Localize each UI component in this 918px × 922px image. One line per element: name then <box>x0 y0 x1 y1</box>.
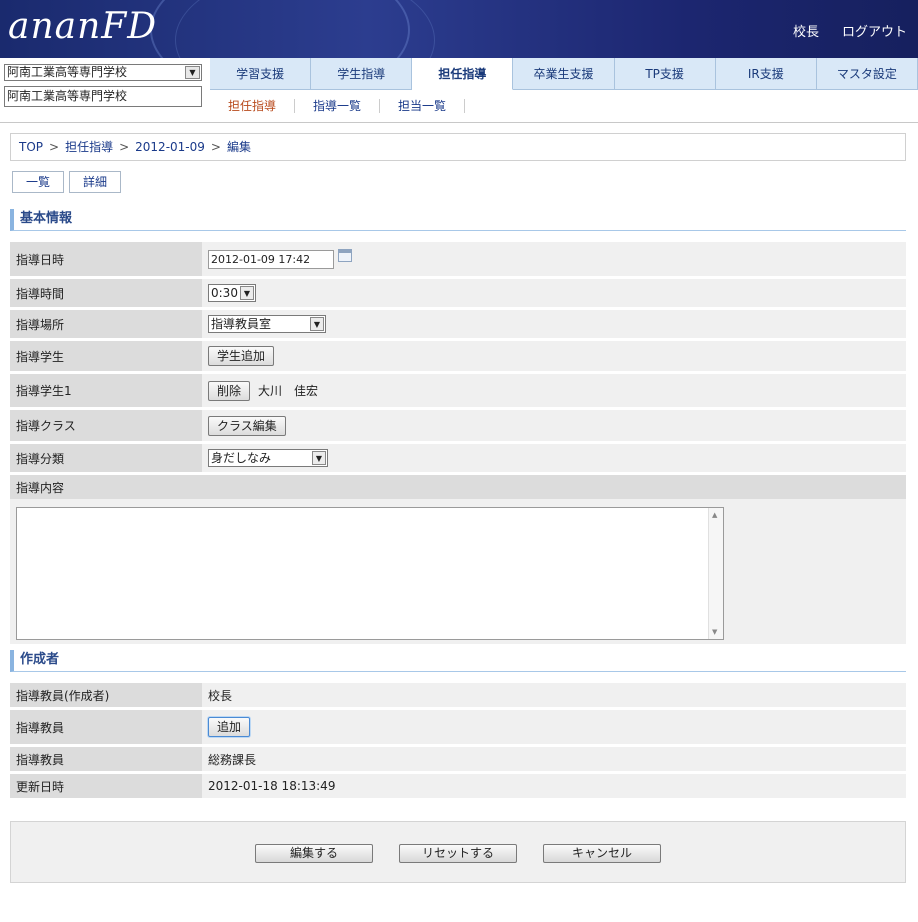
app-header: ananFD 校長 ログアウト <box>0 0 918 58</box>
student-label: 指導学生 <box>10 341 202 371</box>
author-value: 校長 <box>208 688 233 703</box>
current-user: 校長 <box>793 25 820 40</box>
header-decoration <box>175 0 435 58</box>
duration-select-value: 0:30 <box>211 286 238 300</box>
chevron-down-icon: ▼ <box>310 317 324 331</box>
chevron-down-icon: ▼ <box>185 66 200 79</box>
row-content-header: 指導内容 <box>10 475 906 499</box>
school-name-box: 阿南工業高等専門学校 <box>4 86 202 107</box>
form-actions: 編集する リセットする キャンセル <box>10 821 906 883</box>
subnav-guidance-list[interactable]: 指導一覧 <box>295 99 381 113</box>
logout-link[interactable]: ログアウト <box>842 21 907 40</box>
tab-learning-support[interactable]: 学習支援 <box>210 58 312 90</box>
category-label: 指導分類 <box>10 444 202 472</box>
scroll-down-icon[interactable]: ▼ <box>712 628 717 636</box>
section-creator: 作成者 <box>10 650 906 672</box>
subnav-assignment-list[interactable]: 担当一覧 <box>380 99 466 113</box>
main-tabs: 学習支援 学生指導 担任指導 卒業生支援 TP支援 IR支援 マスタ設定 <box>210 58 918 90</box>
content-label: 指導内容 <box>10 475 310 499</box>
duration-label: 指導時間 <box>10 279 202 307</box>
row-datetime: 指導日時 2012-01-09 17:42 <box>10 242 906 276</box>
datetime-input[interactable]: 2012-01-09 17:42 <box>208 249 334 269</box>
section-basic-info: 基本情報 <box>10 209 906 231</box>
datetime-label: 指導日時 <box>10 242 202 276</box>
row-teacher: 指導教員 追加 <box>10 710 906 744</box>
place-select[interactable]: 指導教員室 ▼ <box>208 315 326 333</box>
category-select[interactable]: 身だしなみ ▼ <box>208 449 328 467</box>
tab-master-settings[interactable]: マスタ設定 <box>816 58 918 90</box>
row-class: 指導クラス クラス編集 <box>10 410 906 441</box>
row-author: 指導教員(作成者) 校長 <box>10 683 906 707</box>
cancel-button[interactable]: キャンセル <box>543 844 661 863</box>
school-select-value: 阿南工業高等専門学校 <box>7 65 128 79</box>
row-student: 指導学生 学生追加 <box>10 341 906 371</box>
breadcrumb-separator: > <box>210 140 221 154</box>
list-button[interactable]: 一覧 <box>12 171 64 193</box>
breadcrumb-current: 編集 <box>226 140 251 154</box>
row-content: ▲ ▼ <box>10 499 906 644</box>
tab-tp-support[interactable]: TP支援 <box>614 58 716 90</box>
place-select-value: 指導教員室 <box>211 317 272 331</box>
content-scrollbar[interactable]: ▲ ▼ <box>708 508 723 639</box>
add-student-button[interactable]: 学生追加 <box>208 346 275 366</box>
detail-button[interactable]: 詳細 <box>69 171 121 193</box>
breadcrumb-separator: > <box>119 140 130 154</box>
calendar-icon[interactable] <box>338 248 352 262</box>
breadcrumb-top[interactable]: TOP <box>19 140 43 154</box>
updated-value: 2012-01-18 18:13:49 <box>208 779 336 793</box>
updated-label: 更新日時 <box>10 774 202 798</box>
class-label: 指導クラス <box>10 410 202 441</box>
row-duration: 指導時間 0:30 ▼ <box>10 279 906 307</box>
row-place: 指導場所 指導教員室 ▼ <box>10 310 906 338</box>
school-select[interactable]: 阿南工業高等専門学校 ▼ <box>4 64 202 81</box>
add-teacher-button[interactable]: 追加 <box>208 717 251 737</box>
sub-navigation: 担任指導 指導一覧 担当一覧 <box>210 90 466 122</box>
content-textarea[interactable] <box>16 507 724 640</box>
chevron-down-icon: ▼ <box>312 451 326 465</box>
header-divider <box>0 122 918 123</box>
duration-select[interactable]: 0:30 ▼ <box>208 284 256 302</box>
breadcrumb-separator: > <box>49 140 60 154</box>
app-logo: ananFD <box>8 6 158 47</box>
tab-ir-support[interactable]: IR支援 <box>715 58 817 90</box>
save-button[interactable]: 編集する <box>255 844 373 863</box>
row-teacher-2: 指導教員 総務課長 <box>10 747 906 771</box>
place-label: 指導場所 <box>10 310 202 338</box>
tab-homeroom-guidance[interactable]: 担任指導 <box>412 58 514 90</box>
breadcrumb: TOP > 担任指導 >2012-01-09 > 編集 <box>10 133 906 161</box>
reset-button[interactable]: リセットする <box>399 844 517 863</box>
teacher2-value: 総務課長 <box>208 752 257 767</box>
row-updated: 更新日時 2012-01-18 18:13:49 <box>10 774 906 798</box>
breadcrumb-date[interactable]: 2012-01-09 <box>135 140 205 154</box>
delete-student-button[interactable]: 削除 <box>208 380 251 401</box>
chevron-down-icon: ▼ <box>240 286 254 300</box>
row-category: 指導分類 身だしなみ ▼ <box>10 444 906 472</box>
edit-class-button[interactable]: クラス編集 <box>208 415 286 436</box>
student1-label: 指導学生1 <box>10 374 202 407</box>
student1-name: 大川 佳宏 <box>258 384 319 398</box>
author-label: 指導教員(作成者) <box>10 683 202 707</box>
teacher2-label: 指導教員 <box>10 747 202 771</box>
teacher-label: 指導教員 <box>10 710 202 744</box>
tab-graduate-support[interactable]: 卒業生支援 <box>513 58 615 90</box>
subnav-homeroom-guidance[interactable]: 担任指導 <box>210 99 296 113</box>
scroll-up-icon[interactable]: ▲ <box>712 511 717 519</box>
category-select-value: 身だしなみ <box>211 451 272 465</box>
tab-student-guidance[interactable]: 学生指導 <box>311 58 413 90</box>
breadcrumb-homeroom[interactable]: 担任指導 <box>65 140 113 154</box>
row-student-1: 指導学生1 削除 大川 佳宏 <box>10 374 906 407</box>
